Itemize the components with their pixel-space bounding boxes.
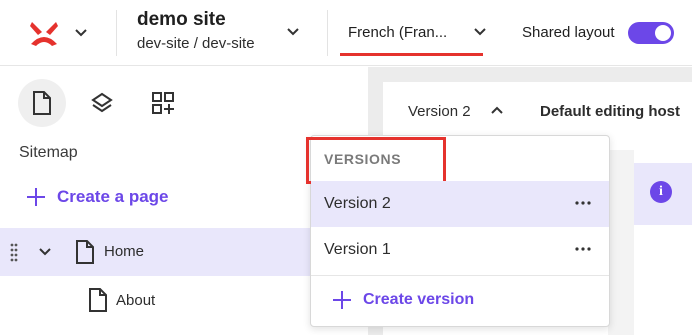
site-path[interactable]: dev-site / dev-site: [137, 35, 255, 52]
tree-item-label: Home: [104, 243, 145, 260]
version-item[interactable]: Version 2: [311, 181, 609, 227]
more-horizontal-icon[interactable]: [573, 195, 593, 211]
chevron-down-icon[interactable]: [284, 23, 302, 41]
divider: [327, 10, 328, 56]
info-icon: i: [650, 181, 672, 203]
toggle-knob: [655, 25, 671, 41]
create-page-button[interactable]: Create a page: [27, 187, 169, 207]
version-item[interactable]: Version 1: [311, 227, 609, 273]
brand-logo-icon[interactable]: [28, 20, 60, 48]
chevron-down-icon[interactable]: [72, 24, 90, 42]
page-icon: [89, 288, 107, 312]
chevron-down-icon[interactable]: [36, 243, 54, 261]
chevron-down-icon[interactable]: [471, 23, 489, 41]
versions-header-highlight: [306, 137, 446, 184]
version-item-label: Version 2: [324, 195, 391, 212]
editing-host-selector[interactable]: Default editing host: [540, 103, 680, 120]
version-selector[interactable]: Version 2: [408, 103, 471, 120]
sitemap-title: Sitemap: [19, 144, 78, 161]
create-version-button[interactable]: Create version: [333, 291, 474, 309]
layers-icon: [91, 92, 113, 113]
versions-dropdown: VERSIONS Version 2 Version 1 Create vers…: [306, 135, 610, 327]
page-icon: [76, 240, 94, 264]
layers-tool-button[interactable]: [78, 79, 126, 127]
language-highlight: [340, 53, 483, 56]
shared-layout-label: Shared layout: [522, 24, 615, 41]
site-title[interactable]: demo site: [137, 9, 226, 31]
create-version-label: Create version: [363, 291, 475, 308]
divider: [311, 275, 609, 276]
divider: [116, 10, 117, 56]
canvas-edge: [608, 150, 634, 335]
tree-item-label: About: [116, 292, 156, 309]
top-bar: demo site dev-site / dev-site French (Fr…: [0, 0, 692, 66]
version-item-label: Version 1: [324, 241, 391, 258]
drag-handle-icon[interactable]: [10, 242, 18, 262]
create-page-label: Create a page: [57, 187, 169, 206]
page-tool-button[interactable]: [18, 79, 66, 127]
page-icon: [33, 91, 51, 115]
chevron-up-icon[interactable]: [489, 103, 505, 119]
components-icon: [152, 92, 174, 114]
shared-layout-toggle[interactable]: [628, 22, 674, 44]
plus-icon: [27, 188, 45, 206]
more-horizontal-icon[interactable]: [573, 241, 593, 257]
components-tool-button[interactable]: [139, 79, 187, 127]
language-selector[interactable]: French (Fran...: [348, 24, 447, 41]
plus-icon: [333, 291, 351, 309]
